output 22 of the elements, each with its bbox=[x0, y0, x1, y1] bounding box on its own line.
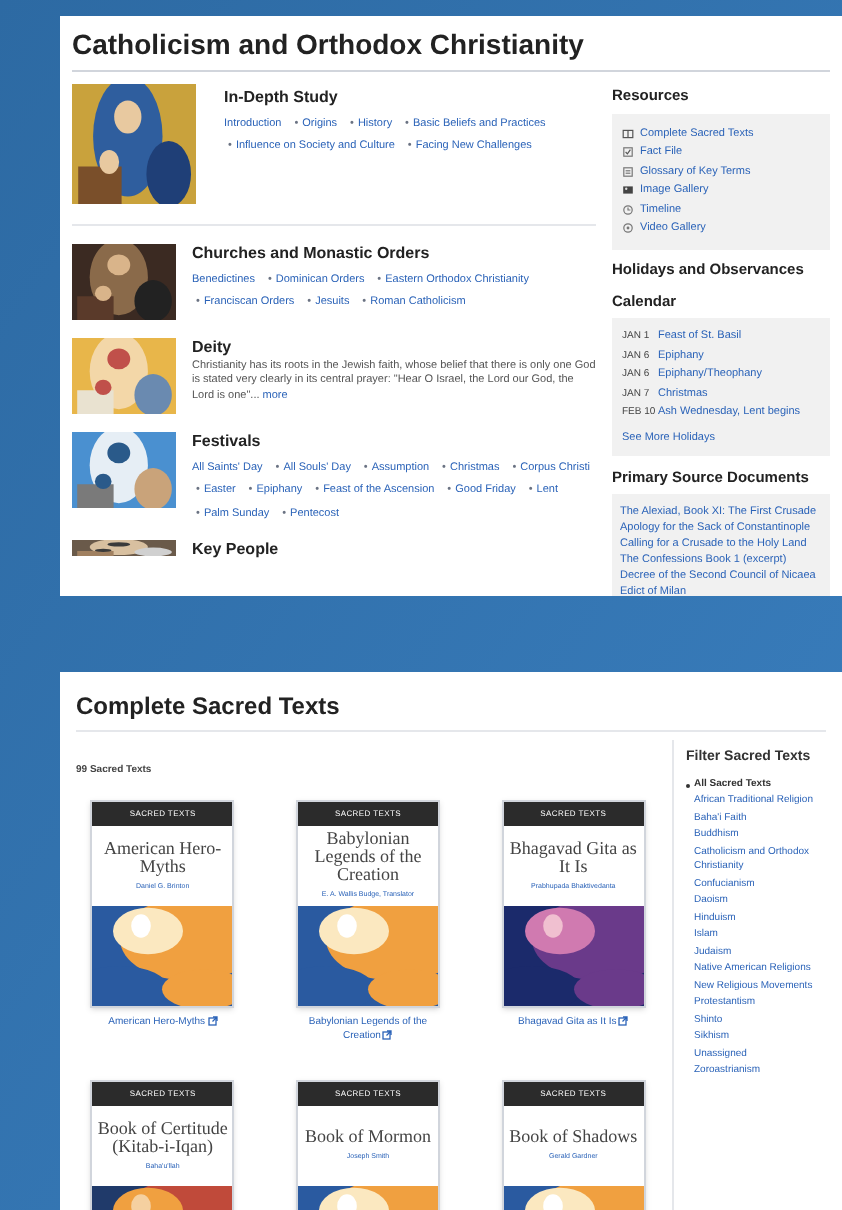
book-title: American Hero-Myths bbox=[101, 839, 224, 876]
section-heading[interactable]: Deity bbox=[192, 337, 596, 355]
page-title: Catholicism and Orthodox Christianity bbox=[72, 28, 586, 63]
page-title: Complete Sacred Texts bbox=[76, 690, 342, 724]
checkbox-icon bbox=[622, 146, 634, 159]
section-heading[interactable]: Key People bbox=[192, 540, 279, 558]
section-heading[interactable]: Festivals bbox=[192, 431, 596, 449]
image-icon bbox=[622, 184, 634, 197]
book-title: Babylonian Legends of the Creation bbox=[312, 830, 424, 885]
section-heading[interactable]: In-Depth Study bbox=[224, 87, 596, 105]
book-title: Book of Mormon bbox=[304, 1128, 431, 1147]
book-title: Bhagavad Gita as It Is bbox=[507, 839, 639, 876]
external-link-icon bbox=[207, 1016, 217, 1027]
book-title: Book of Certitude (Kitab-i-Iqan) bbox=[96, 1119, 229, 1156]
book-icon bbox=[622, 127, 634, 140]
section-heading[interactable]: Churches and Monastic Orders bbox=[192, 243, 596, 261]
external-link-icon bbox=[618, 1016, 629, 1027]
clock-icon bbox=[622, 203, 634, 216]
list-icon bbox=[622, 165, 634, 178]
film-icon bbox=[622, 222, 634, 235]
book-title: Book of Shadows bbox=[509, 1128, 638, 1147]
external-link-icon bbox=[382, 1030, 393, 1041]
